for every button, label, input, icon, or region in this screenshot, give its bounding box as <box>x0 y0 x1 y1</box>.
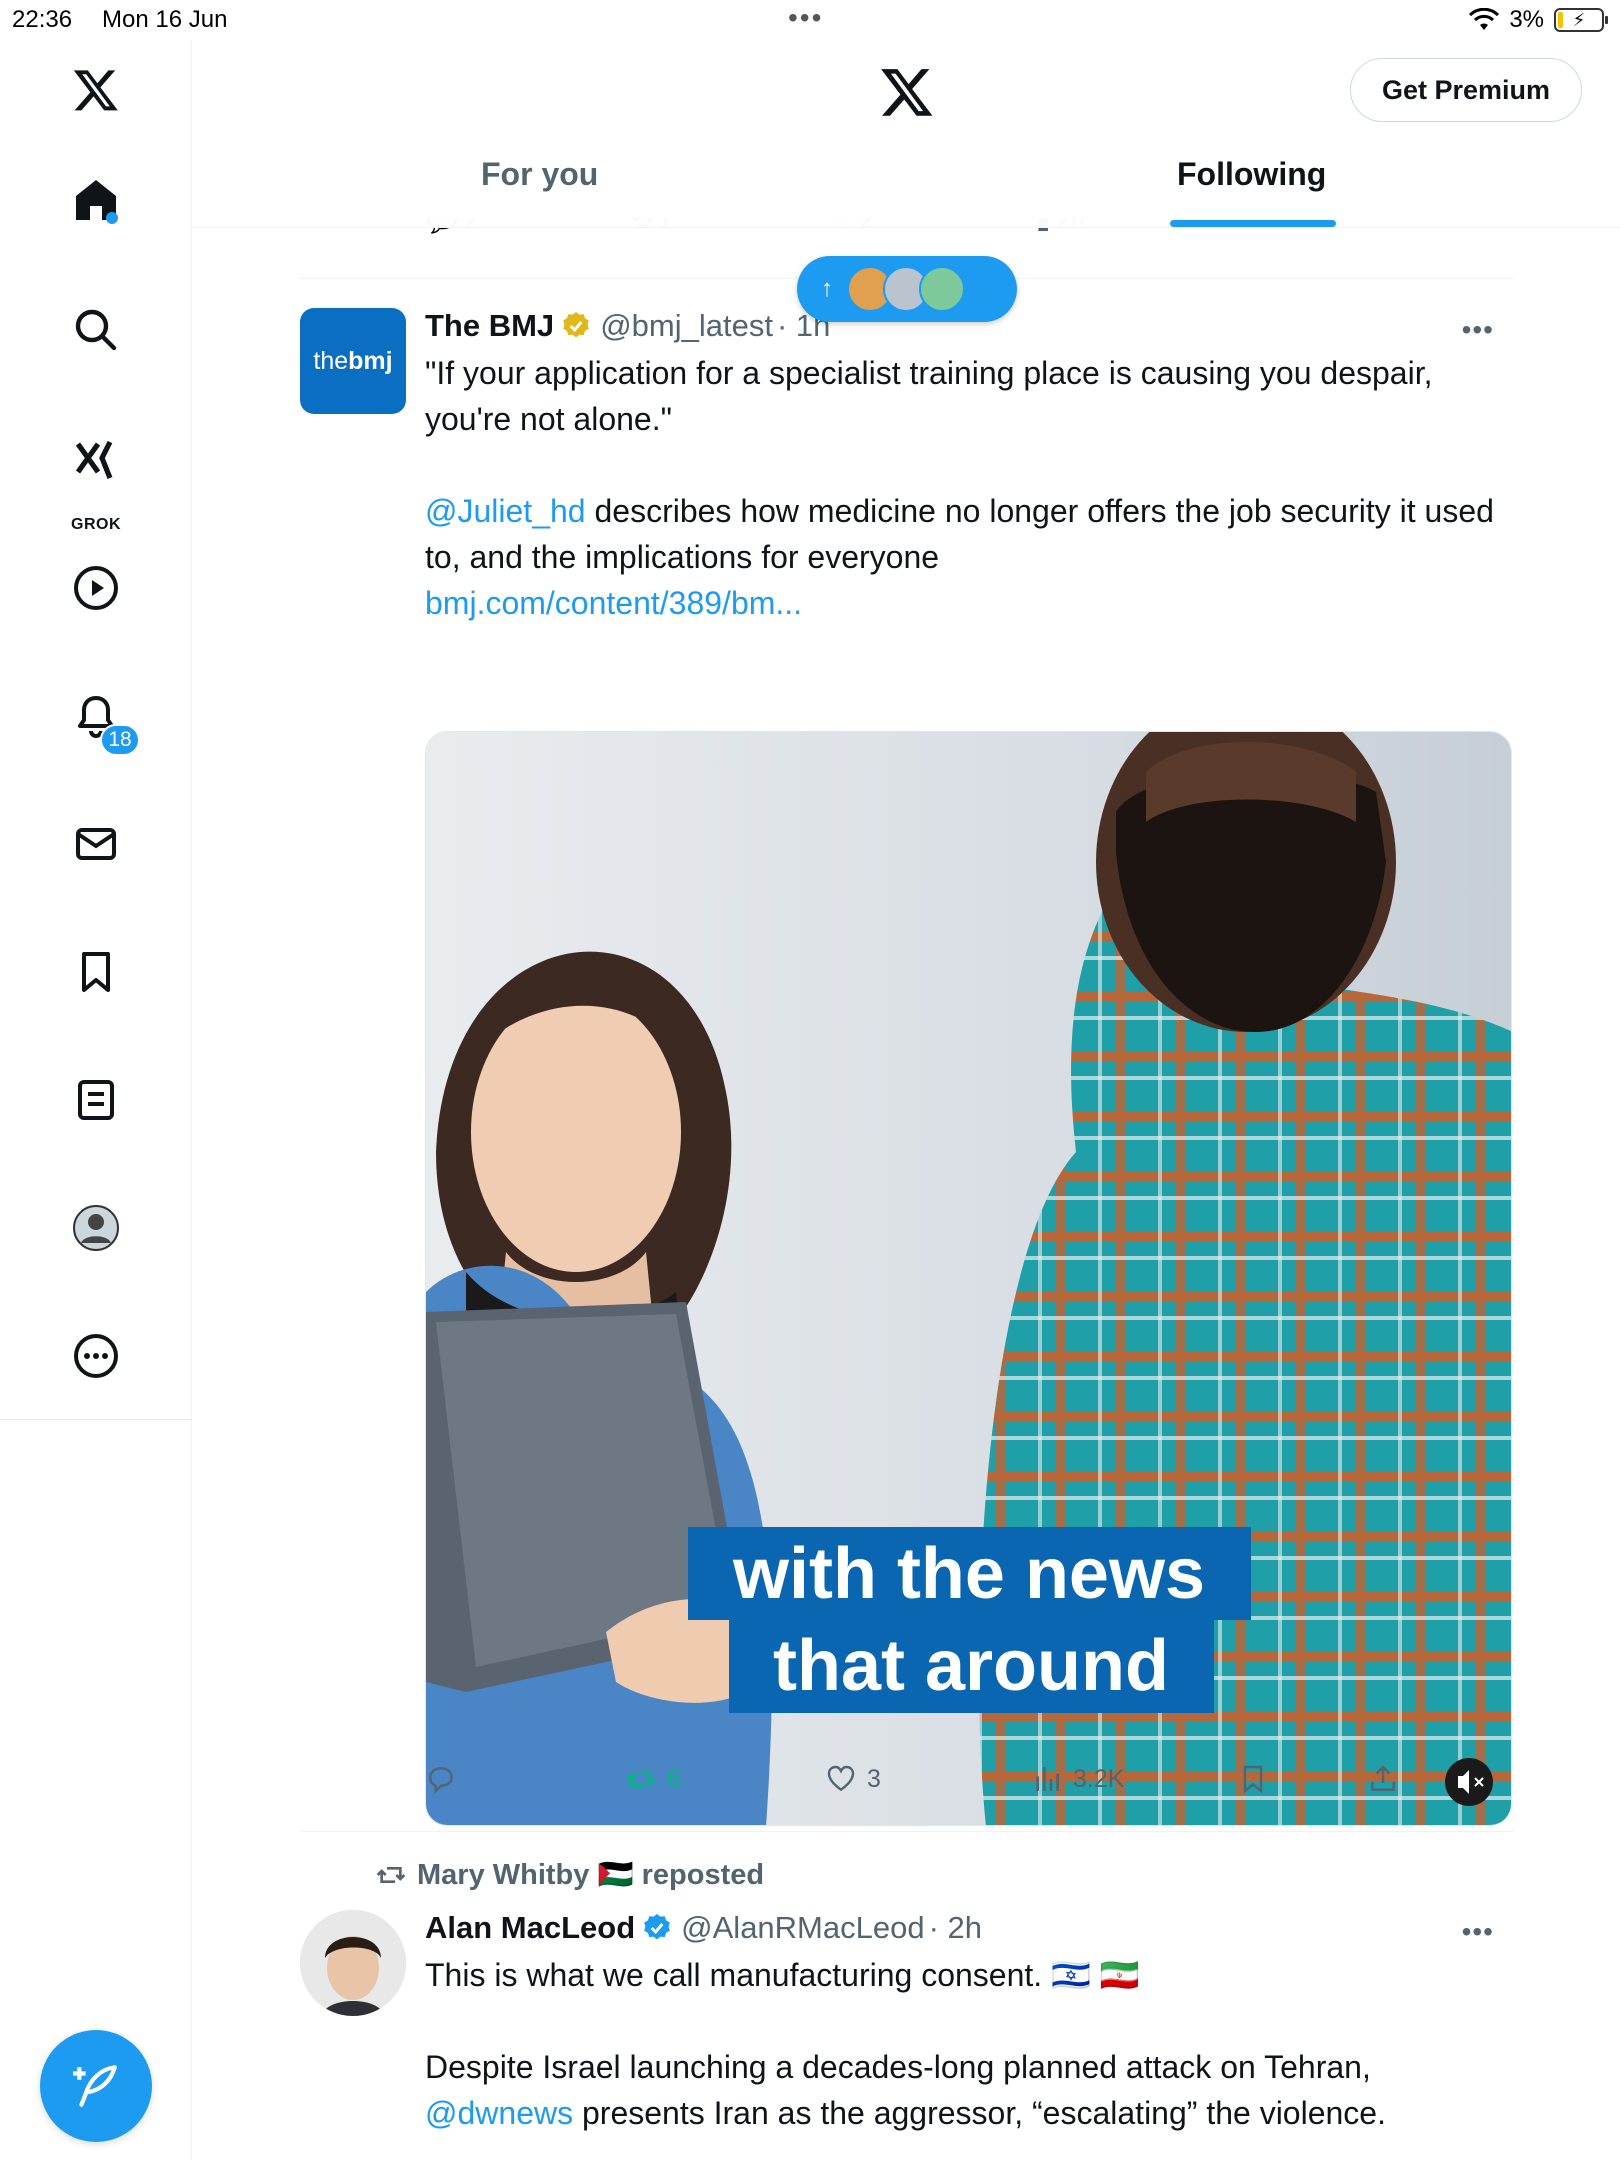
sidebar-item-profile[interactable] <box>56 1188 136 1268</box>
sidebar-item-more[interactable] <box>56 1316 136 1396</box>
tweet-actions: 6 3 3.2K <box>425 1763 1485 1803</box>
new-posts-pill[interactable]: ↑ <box>797 256 1017 322</box>
mention-link[interactable]: @Juliet_hd <box>425 493 586 529</box>
tweet-author-handle[interactable]: @AlanRMacLeod <box>681 1910 924 1946</box>
tweet-url-link[interactable]: bmj.com/content/389/bm... <box>425 580 1515 626</box>
views-button[interactable]: 3.2K <box>1031 1763 1124 1795</box>
repost-icon <box>376 1867 406 1883</box>
share-icon <box>1371 1765 1395 1791</box>
mention-link[interactable]: @dwnews <box>425 2095 573 2131</box>
bookmark-button[interactable] <box>1237 1763 1269 1795</box>
sidebar-divider <box>0 1419 192 1420</box>
status-date: Mon 16 Jun <box>102 6 228 33</box>
grok-icon <box>75 440 113 479</box>
repost-button[interactable]: 6 <box>625 1763 681 1795</box>
tweet-text-3: @dwnews presents Iran as the aggressor, … <box>425 2095 1386 2131</box>
tweet-bmj[interactable]: the bmj The BMJ @bmj_latest · 1h ••• "If … <box>300 308 1514 1828</box>
home-new-indicator <box>106 212 118 224</box>
tweet-author-name[interactable]: The BMJ <box>425 308 554 344</box>
avatar[interactable] <box>300 1910 406 2016</box>
get-premium-button[interactable]: Get Premium <box>1350 58 1582 122</box>
share-button[interactable] <box>1367 1763 1399 1795</box>
tab-for-you[interactable]: For you <box>481 156 598 193</box>
tweet-text-2: Despite Israel launching a decades-long … <box>425 2049 1371 2085</box>
verified-gold-icon <box>563 312 589 338</box>
repost-icon <box>626 1771 656 1787</box>
video-caption-line-2: that around <box>773 1626 1169 1706</box>
tab-following[interactable]: Following <box>1177 156 1326 193</box>
tweet-alan-macleod[interactable]: Alan MacLeod @AlanRMacLeod · 2h ••• This… <box>300 1910 1514 2160</box>
more-options-icon[interactable]: ••• <box>1462 314 1494 346</box>
battery-icon: ⚡ <box>1554 8 1608 32</box>
sidebar-item-grok[interactable] <box>56 420 136 500</box>
avatar[interactable]: the bmj <box>300 308 406 414</box>
tweet-header: The BMJ @bmj_latest · 1h <box>425 308 830 344</box>
avatar-portrait <box>300 1910 406 2016</box>
tweet-header: Alan MacLeod @AlanRMacLeod · 2h <box>425 1910 982 1946</box>
status-bar: 22:36 Mon 16 Jun ••• 3% ⚡ <box>0 0 1620 40</box>
views-icon <box>1036 1767 1059 1791</box>
bookmark-icon <box>1243 1765 1263 1794</box>
avatar <box>919 266 965 312</box>
video-frame: with the news that around <box>426 732 1511 1825</box>
tweet-author-name[interactable]: Alan MacLeod <box>425 1910 635 1946</box>
tweet-text: "If your application for a specialist tr… <box>425 355 1433 437</box>
reply-icon <box>429 1767 453 1794</box>
battery-percent: 3% <box>1509 6 1544 33</box>
timeline-header: Get Premium For you Following <box>193 40 1620 228</box>
more-circle-icon <box>74 1334 118 1378</box>
play-icon <box>74 566 118 610</box>
sidebar-item-home[interactable] <box>56 160 136 240</box>
sidebar-item-messages[interactable] <box>56 804 136 884</box>
sidebar-nav: GROK 18 <box>0 40 192 2160</box>
search-icon <box>75 309 117 351</box>
video-caption-line-1: with the news <box>732 1534 1205 1614</box>
sidebar-item-video[interactable] <box>56 548 136 628</box>
wifi-icon <box>1469 8 1500 30</box>
tweet-author-handle[interactable]: @bmj_latest <box>600 308 773 344</box>
profile-avatar-icon <box>73 1205 119 1251</box>
compose-feather-icon <box>73 2065 117 2107</box>
sidebar-item-lists[interactable] <box>56 1060 136 1140</box>
active-tab-indicator <box>1170 220 1336 227</box>
list-icon <box>78 1080 114 1120</box>
tweet-text: This is what we call manufacturing conse… <box>425 1957 1140 1993</box>
compose-post-button[interactable] <box>40 2030 152 2142</box>
sidebar-item-search[interactable] <box>56 290 136 370</box>
notifications-badge: 18 <box>100 724 140 756</box>
x-logo-icon[interactable] <box>879 64 935 120</box>
verified-blue-icon <box>644 1914 670 1940</box>
tweet-separator <box>300 1831 1514 1832</box>
tweet-text-2: @Juliet_hd describes how medicine no lon… <box>425 493 1494 575</box>
like-button[interactable]: 3 <box>825 1763 881 1795</box>
grok-label: GROK <box>71 516 121 533</box>
arrow-up-icon: ↑ <box>821 275 833 302</box>
more-options-icon[interactable]: ••• <box>1462 1916 1494 1948</box>
x-logo-icon[interactable] <box>56 50 136 130</box>
bookmark-icon <box>82 952 110 992</box>
mail-icon <box>76 828 116 860</box>
tweet-time[interactable]: · 2h <box>929 1910 982 1946</box>
heart-icon <box>827 1765 855 1792</box>
multitasking-dots-icon[interactable]: ••• <box>788 2 823 34</box>
reply-button[interactable] <box>425 1763 467 1795</box>
tweet-video[interactable]: with the news that around <box>425 731 1512 1826</box>
status-time: 22:36 <box>12 6 73 33</box>
sidebar-item-bookmarks[interactable] <box>56 932 136 1012</box>
repost-attribution[interactable]: Mary Whitby 🇵🇸 reposted <box>375 1858 764 1892</box>
